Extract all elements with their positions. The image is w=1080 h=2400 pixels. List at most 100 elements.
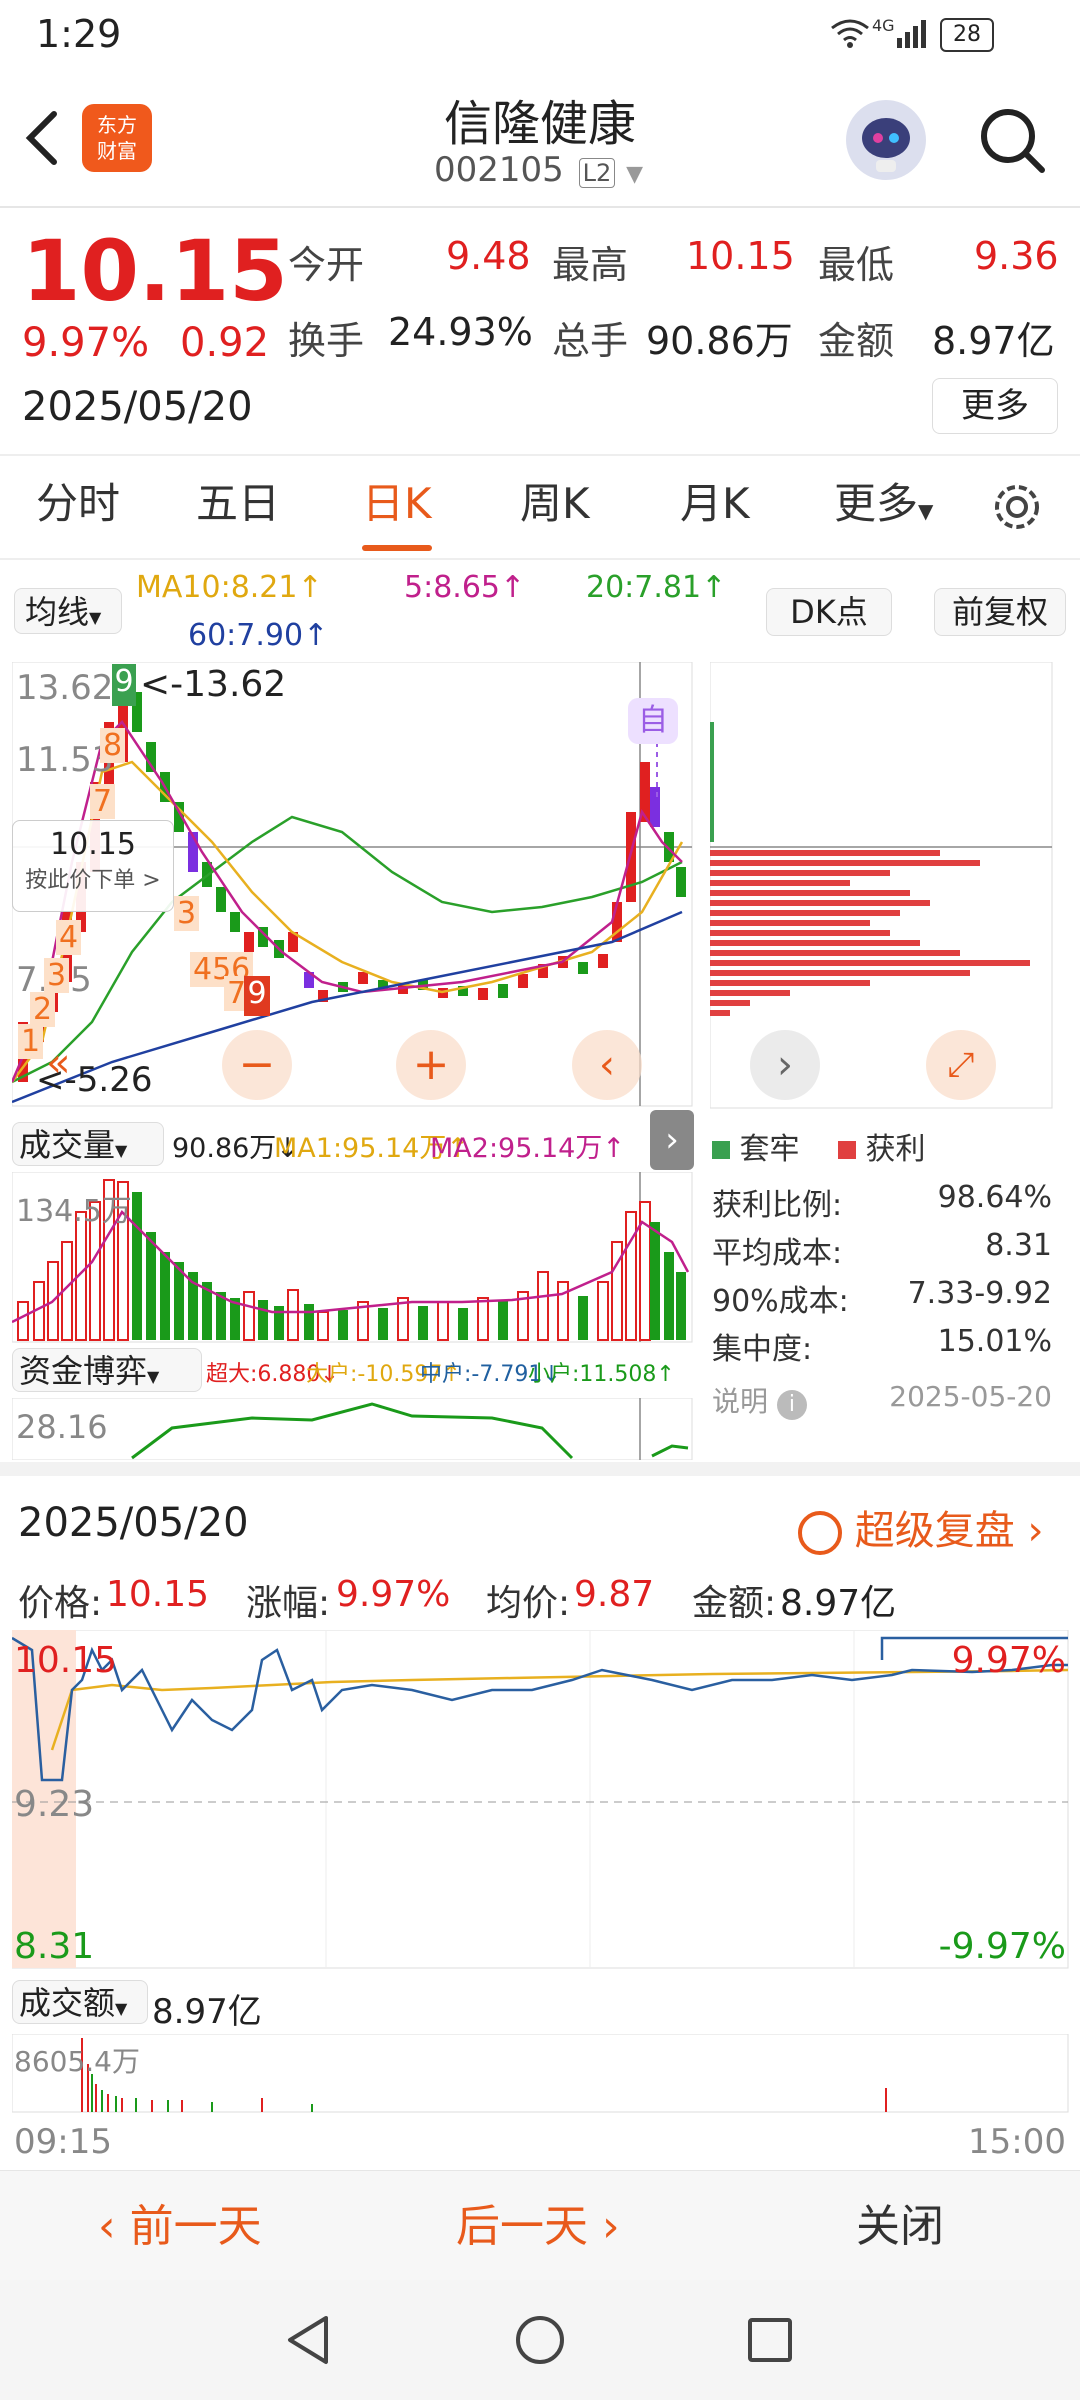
quote-date: 2025/05/20 [22,384,253,430]
order-price-tip[interactable]: 10.15 按此价下单 > [12,820,174,912]
zoom-out-button[interactable]: − [222,1030,292,1100]
ma-selector[interactable]: 均线▼ [14,588,122,634]
volume-selector[interactable]: 成交量▼ [12,1122,164,1166]
signal-icon [895,18,929,52]
capital-selector[interactable]: 资金博弈▼ [12,1348,202,1392]
legend-trapped-label: 套牢 [739,1132,800,1167]
chip-note[interactable]: 说明 i [712,1380,807,1420]
legend-trapped: 套牢 [712,1124,800,1168]
tab-five-day[interactable]: 五日 [196,470,280,531]
rewind-icon[interactable]: « [46,1040,70,1086]
intraday-date: 2025/05/20 [18,1500,249,1546]
chip-stat-label: 平均成本: [712,1236,843,1271]
scroll-left-button[interactable]: ‹ [572,1030,642,1100]
chip-stat-label: 90%成本: [712,1284,849,1319]
chip-note-date: 2025-05-20 [889,1380,1052,1413]
volume-scale: 134.5万 [16,1194,132,1229]
seq-badge: 3 [44,958,70,993]
dk-point-label: DK点 [790,593,868,631]
next-day-button[interactable]: 后一天 › [456,2190,620,2254]
candle [598,954,608,968]
info-icon: i [776,1390,807,1420]
header-divider [0,206,1080,208]
dk-point-button[interactable]: DK点 [766,588,892,636]
y-axis-high: 13.62 [16,668,114,708]
order-text: 按此价下单 > [25,868,161,893]
chip-stat-value: 8.31 [985,1228,1052,1263]
amount-label: 金额 [818,319,895,363]
chevron-right-icon: › [1027,1508,1044,1554]
search-icon[interactable] [976,104,1048,180]
chip-stat-value: 98.64% [937,1180,1052,1215]
intraday-volume-scale: 8605.4万 [14,2045,140,2078]
chevron-left-icon: ‹ [98,2201,130,2252]
low-label: 最低 [818,243,895,287]
last-price: 10.15 [22,222,288,320]
candle [244,932,254,952]
volume-label: 总手 [552,319,629,363]
intraday-y-bottom: 8.31 [14,1926,95,1967]
time-end: 15:00 [968,2122,1066,2162]
time-start: 09:15 [14,2122,112,2162]
legend-profit-label: 获利 [865,1132,926,1167]
tab-daily-k[interactable]: 日K [362,470,432,551]
tab-monthly-k[interactable]: 月K [680,470,750,531]
tab-weekly-k[interactable]: 周K [520,470,590,531]
super-replay-button[interactable]: 超级复盘 › [798,1498,1043,1556]
adjust-label: 前复权 [951,593,1048,631]
more-button[interactable]: 更多 [932,378,1058,434]
seq-badge: 7 [90,784,116,819]
tabs-divider [0,558,1080,560]
candle [478,988,488,1000]
battery-level: 28 [953,22,981,47]
settings-gear-icon[interactable] [988,478,1046,540]
candle [578,962,588,974]
chip-note-label: 说明 [712,1385,769,1418]
turnover-selector[interactable]: 成交额▼ [12,1980,148,2024]
change-amount: 0.92 [180,320,270,366]
expand-panel-button[interactable]: › [650,1110,694,1170]
candle [216,887,226,912]
intraday-y-top: 10.15 [14,1640,118,1681]
chip-next-button[interactable]: › [750,1030,820,1100]
nav-recents-icon[interactable] [742,2312,798,2372]
close-button[interactable]: 关闭 [856,2190,944,2254]
network-label: 4G [872,16,895,35]
fullscreen-icon[interactable]: ⤢ [926,1030,996,1100]
volume-ma2: MA2:95.14万↑ [430,1133,625,1164]
prev-day-button[interactable]: ‹ 前一天 [98,2190,262,2254]
chip-stat-value: 7.33-9.92 [907,1276,1052,1311]
tab-more[interactable]: 更多▼ [834,470,933,531]
seq-badge: 9 [244,976,270,1016]
self-marker-badge: 自 [628,698,678,744]
candle [518,974,528,988]
change-percent: 9.97% [22,320,150,366]
zoom-in-button[interactable]: + [396,1030,466,1100]
intraday-y-mid: 9.23 [14,1784,95,1825]
turnover-value: 24.93% [388,310,533,354]
low-value: 9.36 [974,234,1059,278]
capital-small: 小户:11.508↑ [528,1362,675,1387]
adjust-button[interactable]: 前复权 [934,588,1066,636]
stock-code-row[interactable]: 002105 L2 ▼ [434,150,643,190]
seq-badge: 8 [100,728,126,763]
ma20-label: 20:7.81↑ [586,570,727,605]
seq-badge: 2 [30,992,56,1027]
ma5-label: 5:8.65↑ [404,570,526,605]
caret-down-icon: ▼ [147,1367,160,1386]
nav-back-icon[interactable] [280,2312,336,2372]
tab-intraday[interactable]: 分时 [36,470,120,531]
order-price: 10.15 [50,827,136,862]
chevron-right-icon: › [588,2201,620,2252]
intraday-chart[interactable] [12,1630,1070,1970]
turnover-value: 8.97亿 [152,1992,262,2032]
status-time: 1:29 [36,12,122,56]
nav-home-icon[interactable] [512,2312,568,2372]
high-label: 最高 [552,243,629,287]
stock-code: 002105 [434,150,564,190]
high-value: 10.15 [686,234,795,278]
robot-avatar-icon[interactable] [846,100,926,180]
volume-selector-label: 成交量 [19,1126,116,1164]
next-day-label: 后一天 [456,2201,588,2252]
candle [498,984,508,998]
